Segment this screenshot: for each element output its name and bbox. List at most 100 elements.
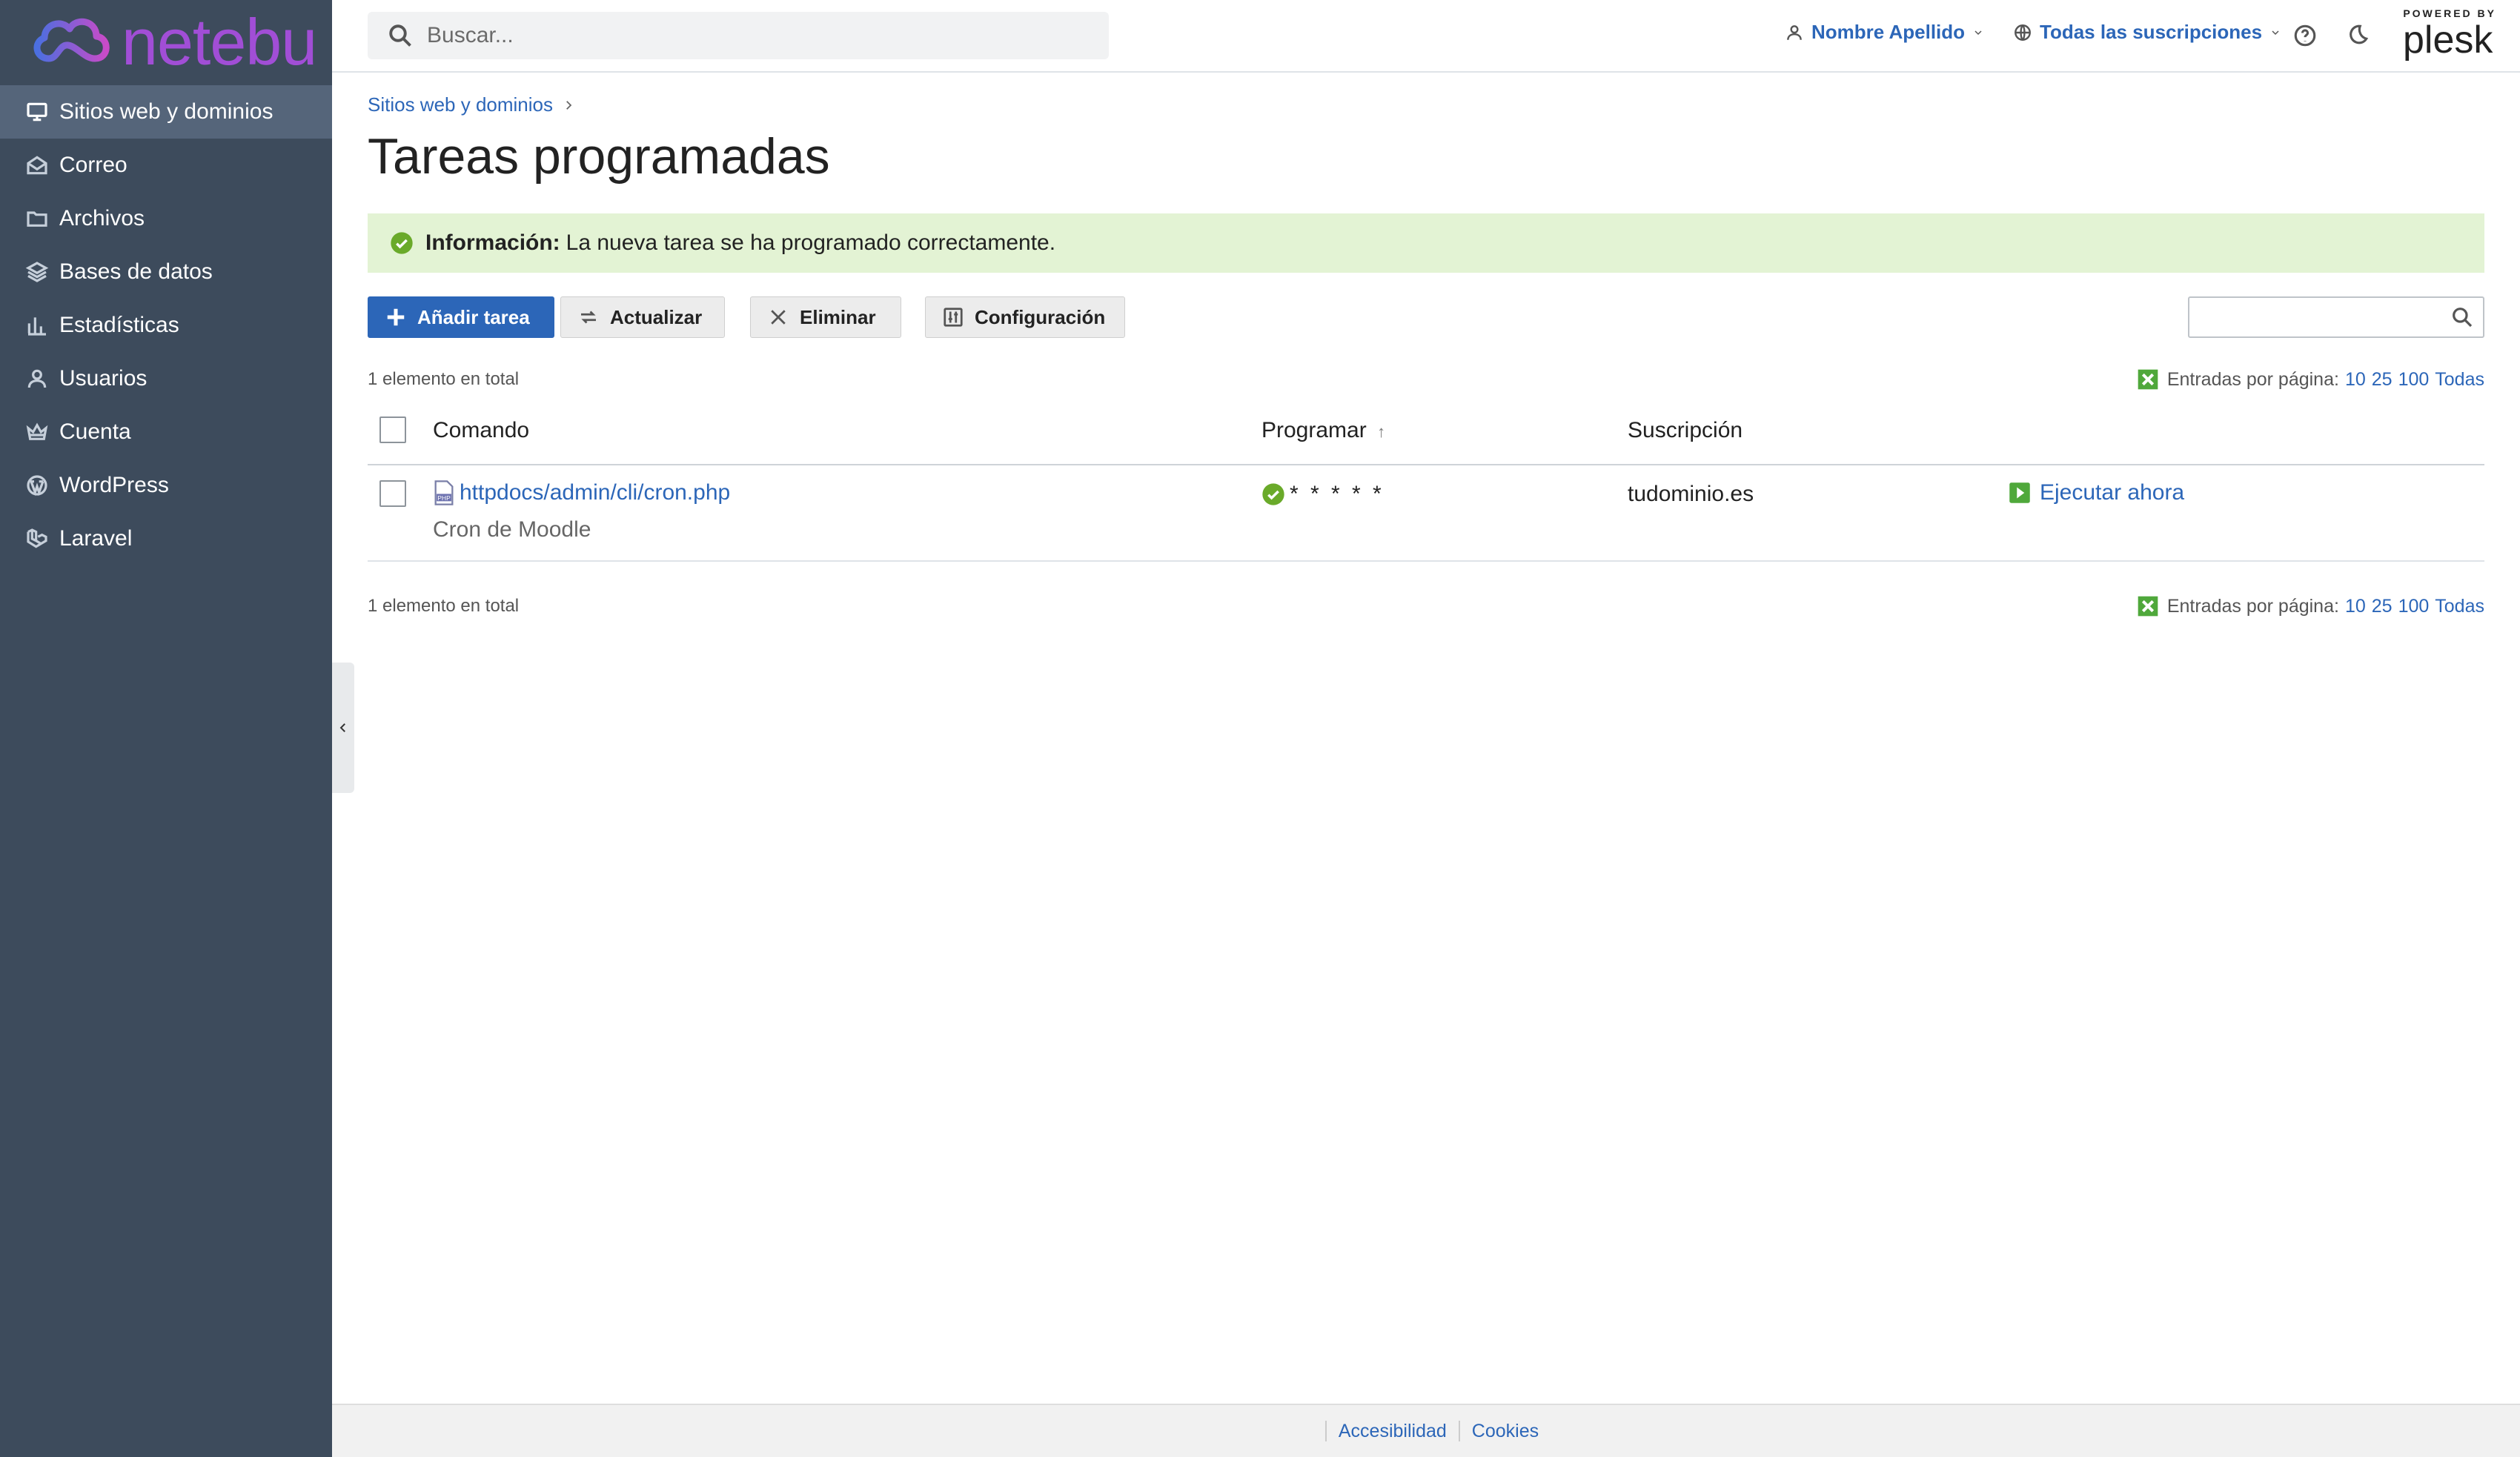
wordpress-icon <box>24 472 50 499</box>
settings-button[interactable]: Configuración <box>925 296 1125 338</box>
footer-divider <box>1458 1421 1460 1441</box>
select-all-checkbox[interactable] <box>379 416 406 443</box>
sidebar-item-label: Cuenta <box>59 419 131 444</box>
sidebar-item-mail[interactable]: Correo <box>0 139 332 192</box>
search-icon <box>389 24 411 47</box>
run-now-label: Ejecutar ahora <box>2040 480 2185 505</box>
sidebar-nav: Sitios web y dominios Correo Archivos Ba… <box>0 85 332 565</box>
cloud-logo-icon <box>33 18 110 62</box>
per-page-option[interactable]: Todas <box>2435 596 2484 617</box>
footer-divider <box>1324 1421 1327 1441</box>
tasks-table: Comando Programar ↑ Suscripción PHP http… <box>368 397 2484 562</box>
dark-mode-toggle[interactable] <box>2341 19 2373 52</box>
cron-expression: * * * * * <box>1290 482 1385 506</box>
sidebar-collapse-handle[interactable] <box>332 663 354 793</box>
sidebar-item-databases[interactable]: Bases de datos <box>0 245 332 299</box>
page-title: Tareas programadas <box>368 128 830 185</box>
per-page-option[interactable]: 10 <box>2345 596 2366 617</box>
per-page-option[interactable]: Todas <box>2435 369 2484 391</box>
run-now-link[interactable]: Ejecutar ahora <box>2009 480 2184 505</box>
column-command[interactable]: Comando <box>433 418 529 443</box>
svg-text:PHP: PHP <box>437 494 451 502</box>
sidebar-item-websites[interactable]: Sitios web y dominios <box>0 85 332 139</box>
list-search-field[interactable] <box>2188 296 2484 338</box>
accessibility-link[interactable]: Accesibilidad <box>1339 1421 1447 1442</box>
chevron-down-icon <box>1974 30 1982 35</box>
command-link[interactable]: PHP httpdocs/admin/cli/cron.php <box>433 480 730 505</box>
breadcrumb-link-websites[interactable]: Sitios web y dominios <box>368 93 553 116</box>
row-checkbox[interactable] <box>379 480 406 507</box>
items-total-bottom: 1 elemento en total <box>368 596 520 616</box>
sidebar-item-label: Correo <box>59 153 127 177</box>
table-row: PHP httpdocs/admin/cli/cron.php Cron de … <box>368 465 2484 562</box>
monitor-icon <box>24 99 50 125</box>
laravel-icon <box>24 525 50 552</box>
help-icon <box>2294 24 2316 47</box>
global-search[interactable] <box>368 12 1109 59</box>
sidebar-item-account[interactable]: Cuenta <box>0 405 332 459</box>
search-input[interactable] <box>425 22 1081 49</box>
help-button[interactable] <box>2289 19 2321 52</box>
add-task-label: Añadir tarea <box>417 305 530 328</box>
delete-button[interactable]: Eliminar <box>750 296 901 338</box>
column-schedule[interactable]: Programar ↑ <box>1261 418 1385 443</box>
task-description: Cron de Moodle <box>433 517 591 542</box>
per-page-selector: Entradas por página: 10 25 100 Todas <box>2136 368 2484 391</box>
sidebar-item-wordpress[interactable]: WordPress <box>0 459 332 512</box>
sidebar-item-users[interactable]: Usuarios <box>0 352 332 405</box>
per-page-option[interactable]: 100 <box>2398 596 2430 617</box>
excel-export-icon[interactable] <box>2136 368 2160 391</box>
plesk-logo[interactable]: POWERED BY plesk <box>2398 7 2517 67</box>
search-icon <box>2453 308 2473 328</box>
refresh-button[interactable]: Actualizar <box>560 296 725 338</box>
crown-icon <box>24 419 50 445</box>
powered-by-label: POWERED BY <box>2403 7 2496 19</box>
items-total: 1 elemento en total <box>368 369 520 389</box>
per-page-option[interactable]: 25 <box>2372 596 2393 617</box>
column-schedule-label: Programar <box>1261 418 1367 442</box>
column-subscription[interactable]: Suscripción <box>1628 418 1743 443</box>
user-menu[interactable]: Nombre Apellido <box>1785 21 1984 44</box>
per-page-option[interactable]: 10 <box>2345 369 2366 391</box>
play-icon <box>2009 482 2030 503</box>
per-page-option[interactable]: 100 <box>2398 369 2430 391</box>
command-path: httpdocs/admin/cli/cron.php <box>460 480 731 505</box>
excel-export-icon[interactable] <box>2136 594 2160 618</box>
brand-logo[interactable]: netebu <box>27 5 317 79</box>
chevron-down-icon <box>2272 30 2279 35</box>
top-header: Nombre Apellido Todas las suscripciones … <box>332 0 2520 73</box>
alert-text: La nueva tarea se ha programado correcta… <box>566 230 1056 255</box>
database-icon <box>24 259 50 285</box>
per-page-option[interactable]: 25 <box>2372 369 2393 391</box>
sidebar-item-label: Sitios web y dominios <box>59 99 273 124</box>
subscriptions-menu[interactable]: Todas las suscripciones <box>2013 21 2281 44</box>
sidebar-item-laravel[interactable]: Laravel <box>0 512 332 565</box>
chevron-right-icon <box>566 100 572 110</box>
alert-label: Información: <box>425 230 560 255</box>
sidebar: netebu Sitios web y dominios Correo Arch… <box>0 0 332 1457</box>
plus-icon <box>387 308 405 326</box>
per-page-selector-bottom: Entradas por página: 10 25 100 Todas <box>2136 594 2484 618</box>
sidebar-item-label: WordPress <box>59 473 169 497</box>
delete-label: Eliminar <box>800 305 876 328</box>
sidebar-item-files[interactable]: Archivos <box>0 192 332 245</box>
sliders-icon <box>944 308 963 327</box>
per-page-label: Entradas por página: <box>2166 368 2339 390</box>
add-task-button[interactable]: Añadir tarea <box>368 296 554 338</box>
success-message: Información: La nueva tarea se ha progra… <box>368 213 2484 273</box>
bar-chart-icon <box>24 312 50 339</box>
check-circle-icon <box>391 232 413 254</box>
sidebar-item-statistics[interactable]: Estadísticas <box>0 299 332 352</box>
refresh-label[interactable]: Actualizar <box>610 306 702 329</box>
plesk-wordmark: plesk <box>2403 19 2493 62</box>
per-page-label: Entradas por página: <box>2166 595 2339 617</box>
php-file-icon: PHP <box>434 480 454 505</box>
brand-name: netebu <box>122 5 317 79</box>
mail-icon <box>24 152 50 179</box>
cookies-link[interactable]: Cookies <box>1472 1421 1539 1442</box>
sidebar-item-label: Usuarios <box>59 366 147 391</box>
user-name: Nombre Apellido <box>1811 21 1966 43</box>
sidebar-item-label: Bases de datos <box>59 259 213 284</box>
sidebar-item-label: Archivos <box>59 206 145 230</box>
table-header: Comando Programar ↑ Suscripción <box>368 397 2484 465</box>
